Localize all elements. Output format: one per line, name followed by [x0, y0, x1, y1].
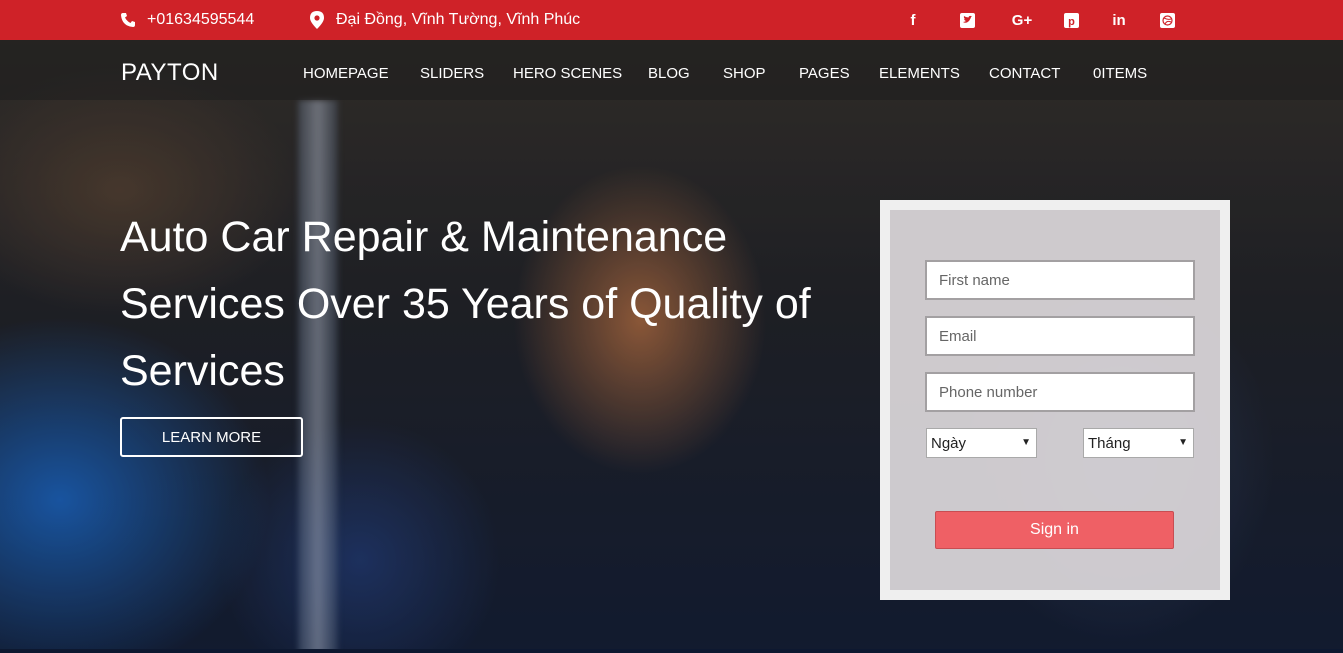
twitter-icon[interactable] — [956, 0, 978, 40]
appointment-form: Ngày ▼ Tháng ▼ Sign in — [880, 200, 1230, 600]
sign-in-button[interactable]: Sign in — [935, 511, 1174, 549]
top-info-bar: +01634595544 Đại Đồng, Vĩnh Tường, Vĩnh … — [0, 0, 1343, 40]
pinterest-icon[interactable]: p — [1060, 0, 1082, 40]
nav-sliders[interactable]: SLIDERS — [420, 40, 484, 106]
nav-shop[interactable]: SHOP — [723, 40, 766, 106]
phone-number: +01634595544 — [147, 11, 255, 28]
nav-hero-scenes[interactable]: HERO SCENES — [513, 40, 622, 106]
first-name-field[interactable] — [925, 260, 1195, 300]
nav-contact[interactable]: CONTACT — [989, 40, 1060, 106]
dribbble-icon[interactable] — [1156, 0, 1178, 40]
address-contact: Đại Đồng, Vĩnh Tường, Vĩnh Phúc — [308, 0, 580, 40]
svg-text:p: p — [1068, 16, 1075, 28]
phone-number-field[interactable] — [925, 372, 1195, 412]
google-plus-icon[interactable]: G+ — [1009, 0, 1035, 40]
address-text: Đại Đồng, Vĩnh Tường, Vĩnh Phúc — [336, 11, 581, 28]
linkedin-icon[interactable]: in — [1108, 0, 1130, 40]
day-select-value: Ngày — [931, 434, 967, 452]
month-select-value: Tháng — [1088, 434, 1131, 452]
chevron-down-icon: ▼ — [1021, 437, 1031, 448]
site-logo[interactable]: PAYTON — [121, 40, 219, 106]
main-navigation: PAYTON HOMEPAGE SLIDERS HERO SCENES BLOG… — [0, 40, 1343, 100]
nav-cart-items[interactable]: 0ITEMS — [1093, 40, 1147, 106]
nav-elements[interactable]: ELEMENTS — [879, 40, 960, 106]
day-select[interactable]: Ngày ▼ — [926, 428, 1037, 458]
email-field[interactable] — [925, 316, 1195, 356]
phone-contact[interactable]: +01634595544 — [119, 0, 254, 40]
nav-pages[interactable]: PAGES — [799, 40, 850, 106]
hero-headline: Auto Car Repair & Maintenance Services O… — [120, 213, 811, 395]
chevron-down-icon: ▼ — [1178, 437, 1188, 448]
month-select[interactable]: Tháng ▼ — [1083, 428, 1194, 458]
nav-blog[interactable]: BLOG — [648, 40, 690, 106]
map-marker-icon — [308, 11, 326, 29]
facebook-icon[interactable]: f — [902, 0, 924, 40]
phone-icon — [119, 11, 137, 29]
nav-homepage[interactable]: HOMEPAGE — [303, 40, 389, 106]
learn-more-button[interactable]: LEARN MORE — [120, 417, 303, 457]
